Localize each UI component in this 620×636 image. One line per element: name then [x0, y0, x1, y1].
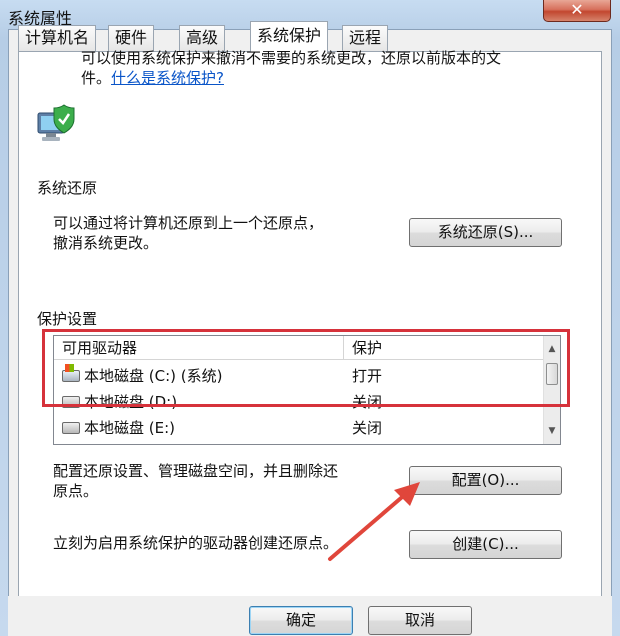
annotation-arrow-icon — [328, 482, 420, 561]
system-properties-window: 系统属性 ✕ 计算机名 硬件 高级 系统保护 远程 可以使用系统保护来撤消不需要… — [0, 0, 620, 636]
